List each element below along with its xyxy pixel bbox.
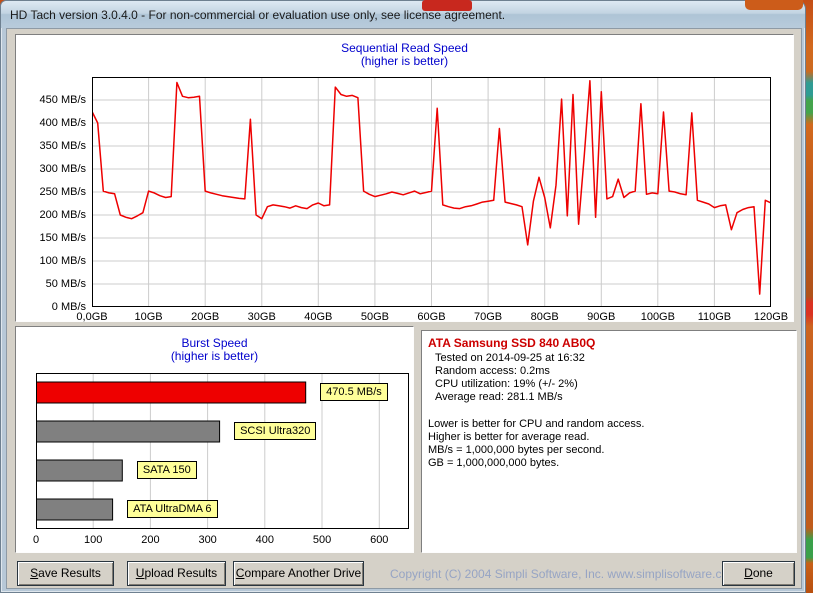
upload-results-button[interactable]: Upload Results: [127, 561, 226, 586]
drive-detail-line: Tested on 2014-09-25 at 16:32: [435, 352, 796, 365]
seq-chart-subtitle: (higher is better): [16, 54, 793, 68]
x-axis-label: 90GB: [587, 311, 615, 323]
sequential-read-panel: Sequential Read Speed (higher is better)…: [15, 34, 794, 322]
burst-chart-title: Burst Speed: [16, 336, 413, 350]
x-axis-label: 100GB: [641, 311, 675, 323]
x-axis-label: 110GB: [698, 311, 731, 323]
info-note-line: GB = 1,000,000,000 bytes.: [428, 457, 796, 470]
bar-label: SATA 150: [137, 461, 197, 479]
bar-label: ATA UltraDMA 6: [127, 500, 217, 518]
x-axis-label: 600: [370, 534, 388, 546]
y-axis-label: 450 MB/s: [16, 94, 86, 106]
bar-label: SCSI Ultra320: [234, 422, 316, 440]
copyright-text: Copyright (C) 2004 Simpli Software, Inc.…: [390, 567, 738, 581]
y-axis-label: 200 MB/s: [16, 209, 86, 221]
burst-chart-subtitle: (higher is better): [16, 349, 413, 363]
x-axis-label: 100: [84, 534, 102, 546]
x-axis-label: 70GB: [474, 311, 502, 323]
y-axis-label: 50 MB/s: [16, 278, 86, 290]
compare-another-drive-button[interactable]: Compare Another Drive: [233, 561, 364, 586]
x-axis-label: 10GB: [135, 311, 163, 323]
burst-speed-panel: Burst Speed (higher is better) 470.5 MB/…: [15, 326, 414, 553]
x-axis-label: 300: [198, 534, 216, 546]
x-axis-label: 0: [33, 534, 39, 546]
info-note-line: Lower is better for CPU and random acces…: [428, 418, 796, 431]
drive-detail-line: Average read: 281.1 MB/s: [435, 391, 796, 404]
x-axis-label: 50GB: [361, 311, 389, 323]
wallpaper-orange-shape: [745, 0, 803, 10]
seq-chart-title: Sequential Read Speed: [16, 41, 793, 55]
x-axis-label: 400: [256, 534, 274, 546]
desktop: { "window": { "title": "HD Tach version …: [0, 0, 813, 593]
y-axis-label: 100 MB/s: [16, 255, 86, 267]
client-area: Sequential Read Speed (higher is better)…: [6, 28, 802, 589]
x-axis-label: 0,0GB: [76, 311, 107, 323]
x-axis-label: 20GB: [191, 311, 219, 323]
x-axis-label: 40GB: [304, 311, 332, 323]
y-axis-label: 300 MB/s: [16, 163, 86, 175]
wallpaper-red-shape: [422, 0, 472, 11]
drive-name: ATA Samsung SSD 840 AB0Q: [422, 331, 796, 352]
drive-detail-line: Random access: 0.2ms: [435, 365, 796, 378]
info-note-line: MB/s = 1,000,000 bytes per second.: [428, 444, 796, 457]
test-details: Tested on 2014-09-25 at 16:32Random acce…: [422, 352, 796, 404]
drive-detail-line: CPU utilization: 19% (+/- 2%): [435, 378, 796, 391]
bar-label: 470.5 MB/s: [320, 383, 388, 401]
sequential-read-chart: [92, 77, 771, 307]
window-titlebar[interactable]: HD Tach version 3.0.4.0 - For non-commer…: [1, 1, 805, 28]
hdtach-window: HD Tach version 3.0.4.0 - For non-commer…: [0, 0, 806, 593]
x-axis-label: 500: [313, 534, 331, 546]
drive-info-panel: ATA Samsung SSD 840 AB0Q Tested on 2014-…: [421, 330, 797, 553]
x-axis-label: 120GB: [754, 311, 788, 323]
y-axis-label: 400 MB/s: [16, 117, 86, 129]
y-axis-label: 350 MB/s: [16, 140, 86, 152]
x-axis-label: 30GB: [248, 311, 276, 323]
y-axis-label: 250 MB/s: [16, 186, 86, 198]
done-button[interactable]: Done: [722, 561, 795, 586]
save-results-button[interactable]: Save Results: [17, 561, 114, 586]
x-axis-label: 200: [141, 534, 159, 546]
x-axis-label: 60GB: [417, 311, 445, 323]
x-axis-label: 80GB: [531, 311, 559, 323]
info-note-line: Higher is better for average read.: [428, 431, 796, 444]
info-notes: Lower is better for CPU and random acces…: [422, 418, 796, 470]
y-axis-label: 150 MB/s: [16, 232, 86, 244]
